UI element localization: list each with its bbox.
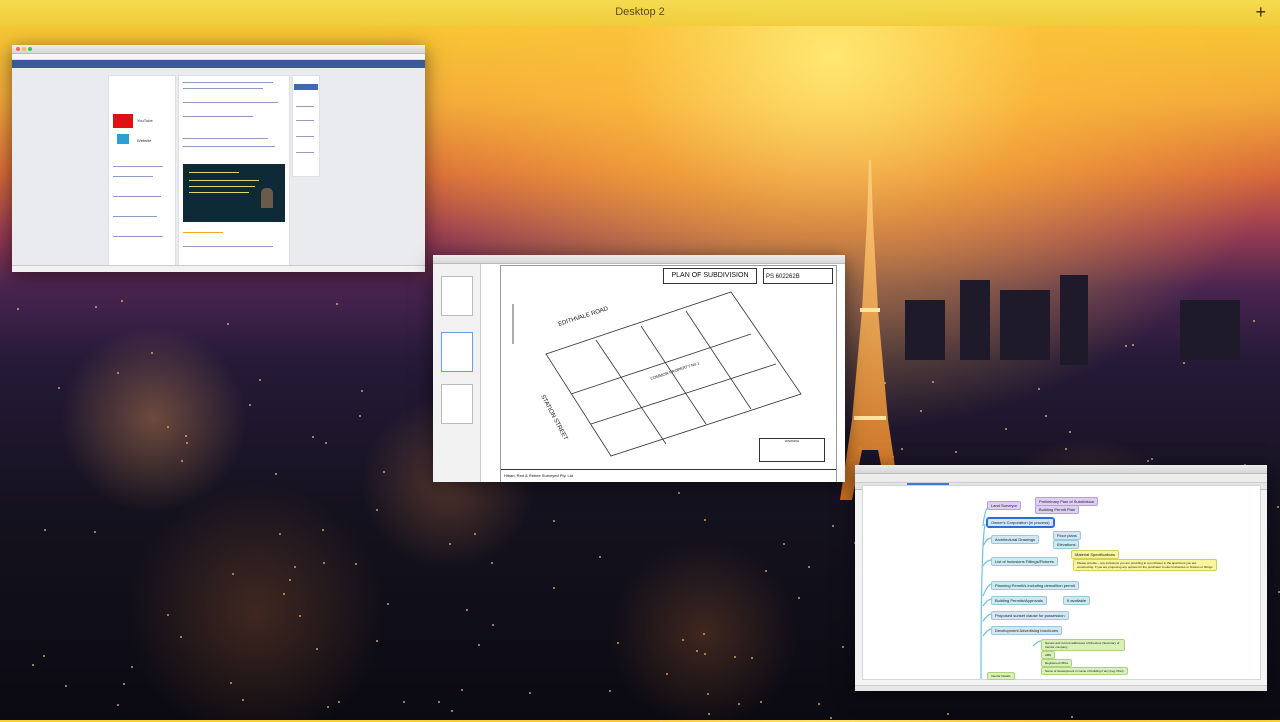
mindmap-titlebar <box>855 465 1267 474</box>
browser-window-thumbnail[interactable]: YouTube Website <box>12 45 425 272</box>
presenter-icon <box>261 188 273 208</box>
road-label: STATION STREET <box>539 394 568 442</box>
skyline-building <box>1180 300 1240 360</box>
pdf-titlebar <box>433 255 845 264</box>
road-label: EDITHVALE ROAD <box>558 306 610 328</box>
node-owners-corporation[interactable]: Owner's Corporation (in process) <box>986 517 1055 528</box>
node-land-surveyor[interactable]: Land Surveyor <box>987 501 1022 510</box>
node-floor-plans[interactable]: Floor plans <box>1053 531 1081 540</box>
plan-number: PS 602262B <box>763 268 833 284</box>
close-icon[interactable] <box>16 47 20 51</box>
desktop-title[interactable]: Desktop 2 <box>0 6 1280 18</box>
pdf-viewer-window-thumbnail[interactable]: PLAN OF SUBDIVISION PS 602262B EDITHVALE… <box>433 255 845 482</box>
left-column: YouTube Website <box>108 75 176 267</box>
node-development-name[interactable]: Name of development or name of building … <box>1041 667 1128 675</box>
website-icon <box>117 134 129 144</box>
node-material-specs[interactable]: Material Specifications <box>1071 550 1120 559</box>
mindmap-canvas[interactable]: Land Surveyor Preliminary Plan of Subdiv… <box>862 485 1261 680</box>
mindmap-window-thumbnail[interactable]: Marketing Agent Preparation Marketing OT… <box>855 465 1267 691</box>
page-thumbnail[interactable] <box>441 384 473 424</box>
eiffel-tower <box>840 160 900 500</box>
feed-column <box>178 75 290 267</box>
right-column <box>292 75 320 177</box>
node-architectural-drawings[interactable]: Architectural Drawings <box>991 535 1040 544</box>
youtube-icon <box>113 114 133 128</box>
sidebar-link-website[interactable]: Website <box>137 138 151 143</box>
node-vendor-details[interactable]: Vendor Details <box>987 672 1015 680</box>
pdf-thumbnail-sidebar <box>433 264 481 482</box>
add-desktop-button[interactable]: + <box>1255 2 1266 22</box>
sidebar-link-youtube[interactable]: YouTube <box>137 118 153 123</box>
node-planning-permits[interactable]: Planning Permit/s including demolition p… <box>991 581 1079 590</box>
warning-box: WARNING <box>759 438 825 462</box>
node-advertising[interactable]: Development Advertising brochures <box>991 626 1063 635</box>
skyline-building <box>905 300 945 360</box>
plan-title: PLAN OF SUBDIVISION <box>663 268 757 284</box>
subdivision-drawing: EDITHVALE ROAD STATION STREET COMMON PRO… <box>512 291 802 457</box>
surveyor-company: Hiban, Red & Rebee Surveyed Pty. Ltd <box>504 473 574 478</box>
node-names-addresses[interactable]: Names and current addresses of Directors… <box>1041 639 1125 651</box>
video-thumbnail[interactable] <box>183 164 285 222</box>
node-abn[interactable]: ABN <box>1041 651 1056 659</box>
skyline-building <box>1000 290 1050 360</box>
node-sunset-clause[interactable]: Proposed sunset clause for possession <box>991 611 1069 620</box>
browser-statusbar <box>12 265 425 272</box>
node-inclusions[interactable]: List of Inclusions Fittings/Fixtures <box>991 557 1058 566</box>
skyline-building <box>1060 275 1088 365</box>
node-inclusions-note[interactable]: Please provide – any inclusions you are … <box>1073 559 1217 571</box>
like-page-button[interactable] <box>294 84 318 90</box>
node-building-permits[interactable]: Building Permits/Approvals <box>991 596 1047 605</box>
node-elevations[interactable]: Elevations <box>1053 540 1080 549</box>
node-registered-office[interactable]: Registered Office <box>1041 659 1073 667</box>
mindmap-toolbar <box>855 474 1267 483</box>
minimize-icon[interactable] <box>22 47 26 51</box>
pdf-page: PLAN OF SUBDIVISION PS 602262B EDITHVALE… <box>500 265 837 482</box>
skyline-building <box>960 280 990 360</box>
page-thumbnail[interactable] <box>441 332 473 372</box>
node-building-permit-plan[interactable]: Building Permit Plan <box>1035 505 1080 514</box>
mission-control-bar: Desktop 2 + <box>0 0 1280 26</box>
browser-titlebar <box>12 45 425 54</box>
facebook-navbar <box>12 60 425 68</box>
node-if-available[interactable]: If available <box>1063 596 1091 605</box>
plan-footer: Hiban, Red & Rebee Surveyed Pty. Ltd <box>501 469 836 482</box>
zoom-icon[interactable] <box>28 47 32 51</box>
warning-title: WARNING <box>784 439 800 443</box>
mindmap-statusbar <box>855 685 1267 691</box>
page-thumbnail[interactable] <box>441 276 473 316</box>
